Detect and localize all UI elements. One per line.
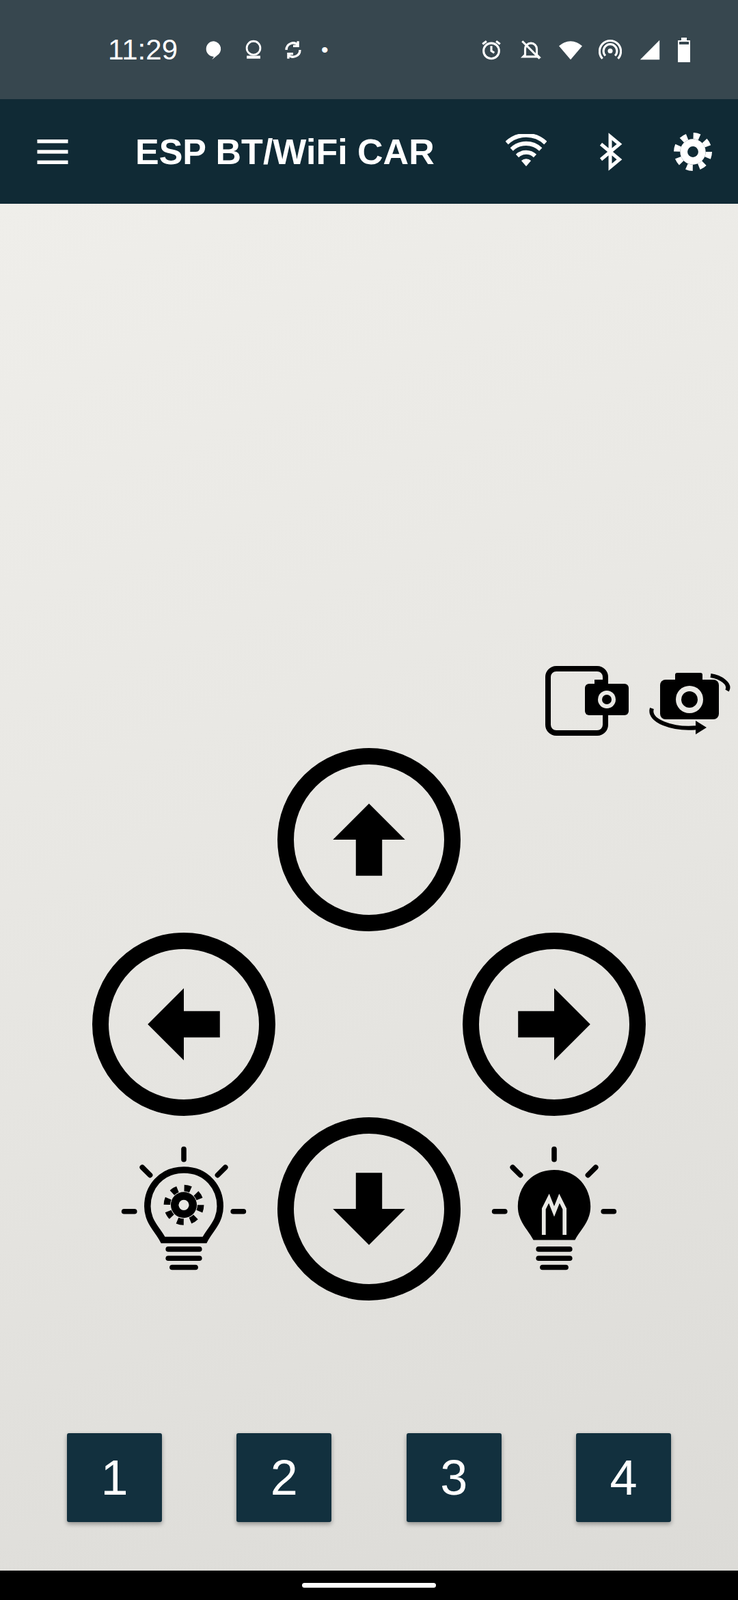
left-button[interactable] xyxy=(92,932,276,1116)
arrow-left-icon xyxy=(142,982,225,1065)
navigation-bar xyxy=(0,1569,738,1599)
aux-button[interactable]: 3 xyxy=(406,1432,502,1522)
backward-button[interactable] xyxy=(277,1116,461,1300)
app-notification-icon xyxy=(241,38,266,62)
app-title: ESP BT/WiFi CAR xyxy=(135,131,435,173)
wifi-icon[interactable] xyxy=(505,133,547,170)
aux-button-row: 1234 xyxy=(0,1432,738,1522)
direction-pad xyxy=(0,746,738,1301)
aux-button[interactable]: 2 xyxy=(236,1432,332,1522)
light-bulb-icon[interactable] xyxy=(489,1143,620,1274)
sync-notification-icon xyxy=(281,38,305,62)
bluetooth-icon[interactable] xyxy=(591,131,629,173)
clock: 11:29 xyxy=(107,33,178,67)
wifi-status-icon xyxy=(558,38,583,62)
settings-gear-icon[interactable] xyxy=(673,132,713,171)
more-notifications: • xyxy=(321,38,329,62)
chat-notification-icon xyxy=(202,38,226,62)
camera-feed: 1234 xyxy=(0,203,738,1570)
arrow-up-icon xyxy=(328,798,410,881)
arrow-right-icon xyxy=(513,982,596,1065)
menu-icon[interactable] xyxy=(34,133,72,171)
aux-button[interactable]: 1 xyxy=(66,1432,162,1522)
signal-icon xyxy=(638,38,662,62)
switch-camera-icon[interactable] xyxy=(645,662,734,738)
alarm-icon xyxy=(479,38,503,62)
phone-camera-icon[interactable] xyxy=(543,662,633,738)
hotspot-icon xyxy=(598,38,622,62)
right-button[interactable] xyxy=(462,932,646,1116)
status-bar: 11:29 • xyxy=(0,0,738,100)
arrow-down-icon xyxy=(328,1167,410,1250)
aux-button[interactable]: 4 xyxy=(576,1432,672,1522)
forward-button[interactable] xyxy=(277,747,461,931)
auto-light-gear-bulb-icon[interactable] xyxy=(118,1143,249,1274)
app-bar: ESP BT/WiFi CAR xyxy=(0,99,738,204)
home-gesture-handle[interactable] xyxy=(302,1581,436,1587)
muted-bell-icon xyxy=(519,38,543,62)
battery-icon xyxy=(677,37,691,63)
screen: 11:29 • ESP BT/WiFi CAR 1234 xyxy=(0,0,738,1599)
